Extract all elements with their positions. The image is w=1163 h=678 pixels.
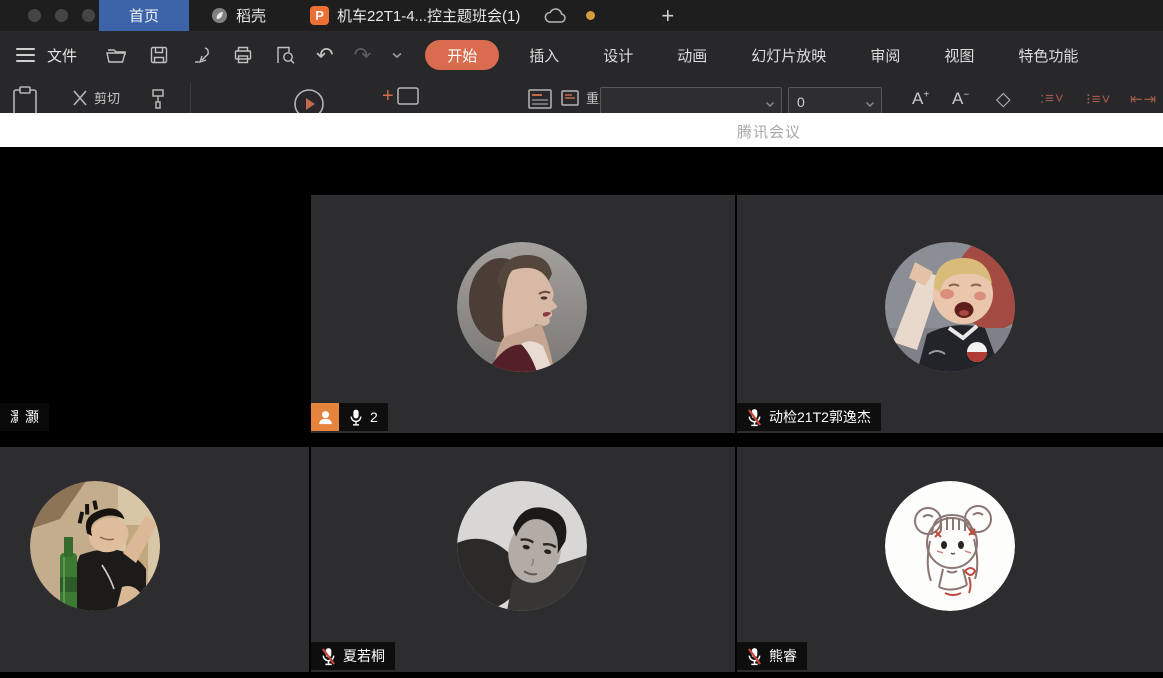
ribbon-tab-special[interactable]: 特色功能: [1018, 45, 1078, 66]
tab-document[interactable]: P 机车22T1-4...控主题班会(1): [288, 0, 617, 31]
redo-icon[interactable]: ↷: [354, 45, 372, 66]
participant-label: 夏若桐: [311, 642, 395, 670]
zoom-window-button[interactable]: [82, 9, 95, 22]
mic-muted-icon: [747, 408, 762, 427]
tab-docer[interactable]: 稻壳: [189, 0, 288, 31]
video-tile-hao[interactable]: 灏 灏: [0, 195, 309, 433]
participant-name: 夏若桐: [343, 646, 385, 666]
ribbon-bar: 文件 ↶ ↷ 开始 插: [0, 31, 1163, 79]
meeting-title: 腾讯会议: [737, 121, 801, 142]
font-size-value: 0: [797, 94, 805, 110]
file-menu[interactable]: 文件: [47, 45, 77, 66]
screen: 首页 稻壳 P 机车22T1-4...控主题班会(1) + 文件: [0, 0, 1163, 678]
participant-name-clipped: 灏: [10, 407, 18, 427]
numbered-list-icon[interactable]: ⁝≡˅: [1086, 90, 1111, 108]
print-icon[interactable]: [232, 44, 254, 66]
tab-document-label: 机车22T1-4...控主题班会(1): [337, 5, 520, 26]
slideshow-play-icon[interactable]: [292, 87, 326, 113]
participant-count: 2: [370, 409, 378, 425]
ribbon-tabs: 插入 设计 动画 幻灯片放映 审阅 视图 特色功能: [529, 45, 1078, 66]
save-icon[interactable]: [148, 44, 170, 66]
new-slide-icon[interactable]: +: [382, 86, 420, 106]
window-titlebar: 首页 稻壳 P 机车22T1-4...控主题班会(1) +: [0, 0, 1163, 31]
participants-badge-icon: [311, 403, 339, 431]
text-effects-icon[interactable]: ◇: [996, 88, 1011, 111]
decrease-font-icon[interactable]: A−: [952, 89, 969, 109]
format-painter-icon[interactable]: [150, 88, 166, 110]
video-tile-group[interactable]: 2: [311, 195, 735, 433]
font-size-select[interactable]: 0: [788, 87, 882, 113]
cut-button[interactable]: 剪切: [72, 88, 120, 107]
ribbon-tab-design[interactable]: 设计: [603, 45, 633, 66]
hamburger-icon[interactable]: [16, 48, 35, 62]
avatar: [885, 481, 1015, 611]
avatar: [457, 481, 587, 611]
video-tile-guoyijie[interactable]: 动检21T2郭逸杰: [737, 195, 1163, 433]
minimize-window-button[interactable]: [55, 9, 68, 22]
participant-name: 灏: [25, 407, 39, 427]
indent-icons[interactable]: ⇤⇥: [1130, 90, 1157, 108]
participant-label: 熊睿: [737, 642, 807, 670]
slide-layout-icon[interactable]: [527, 88, 553, 110]
video-tile-unnamed[interactable]: [0, 447, 309, 672]
avatar: [885, 242, 1015, 372]
mic-muted-icon: [747, 647, 762, 666]
docer-icon: [211, 7, 228, 24]
ribbon-tab-insert[interactable]: 插入: [529, 45, 559, 66]
font-family-select[interactable]: [600, 87, 782, 113]
participant-label: 动检21T2郭逸杰: [737, 403, 881, 431]
ribbon-tab-slideshow[interactable]: 幻灯片放映: [751, 45, 826, 66]
participant-name: 动检21T2郭逸杰: [769, 407, 871, 427]
ribbon-tab-review[interactable]: 审阅: [870, 45, 900, 66]
tab-docer-label: 稻壳: [236, 5, 266, 26]
avatar: [30, 481, 160, 611]
meeting-titlebar[interactable]: 腾讯会议: [0, 113, 1163, 147]
avatar: [457, 242, 587, 372]
tab-home[interactable]: 首页: [99, 0, 189, 31]
increase-font-icon[interactable]: A+: [912, 89, 929, 109]
tab-home-label: 首页: [129, 5, 159, 26]
new-tab-button[interactable]: +: [651, 3, 684, 29]
participant-name: 熊睿: [769, 646, 797, 666]
format-toolbar: 剪切 + 重置 0 A+ A− ◇ :≡˅: [0, 79, 1163, 113]
participant-label: 2: [311, 403, 388, 431]
export-icon[interactable]: [190, 44, 212, 66]
window-controls: [0, 9, 95, 22]
open-file-icon[interactable]: [105, 44, 128, 66]
cloud-icon[interactable]: [544, 8, 568, 24]
mic-icon: [349, 408, 363, 427]
cut-label: 剪切: [94, 88, 120, 107]
paste-icon[interactable]: [10, 85, 40, 113]
close-window-button[interactable]: [28, 9, 41, 22]
chevron-down-icon[interactable]: [391, 51, 403, 59]
video-tile-xiaruotong[interactable]: 夏若桐: [311, 447, 735, 672]
cut-icon: [72, 89, 88, 107]
wps-presentation-icon: P: [310, 6, 329, 25]
reset-icon: [560, 89, 580, 107]
meeting-video-grid: 灏 灏: [0, 147, 1163, 678]
bullet-list-icon[interactable]: :≡˅: [1040, 90, 1065, 107]
mic-muted-icon: [321, 647, 336, 666]
print-preview-icon[interactable]: [274, 44, 296, 66]
unsaved-dot: [586, 11, 595, 20]
participant-label: 灏 灏: [0, 403, 49, 431]
ribbon-tab-start[interactable]: 开始: [425, 40, 499, 70]
ribbon-tab-animation[interactable]: 动画: [677, 45, 707, 66]
quick-access-toolbar: ↶ ↷: [105, 44, 403, 66]
undo-icon[interactable]: ↶: [316, 45, 334, 66]
video-tile-xiongrui[interactable]: 熊睿: [737, 447, 1163, 672]
ribbon-tab-view[interactable]: 视图: [944, 45, 974, 66]
